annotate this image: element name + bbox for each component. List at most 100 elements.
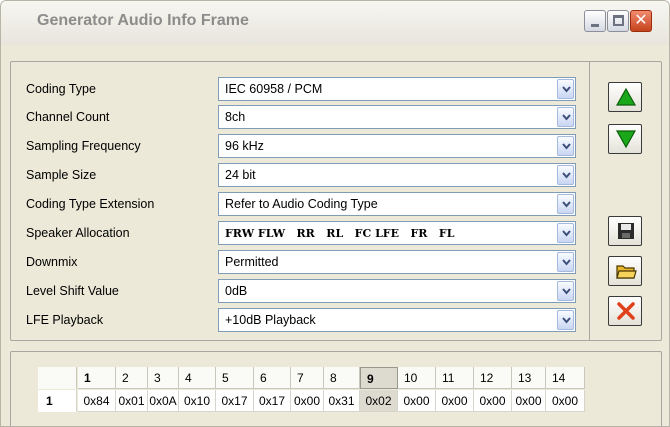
field-row: Coding Type Extension Refer to Audio Codi…	[11, 192, 587, 218]
byte-cell[interactable]: 0x00	[291, 390, 324, 412]
settings-panel: Coding Type IEC 60958 / PCM Channel Count 8…	[10, 61, 662, 341]
field-label: Sample Size	[26, 168, 97, 182]
field-row: Downmix Permitted	[11, 250, 587, 276]
field-select[interactable]: 8ch	[218, 105, 576, 129]
field-row: LFE Playback +10dB Playback	[11, 308, 587, 334]
byte-cell[interactable]: 0x00	[398, 390, 436, 412]
byte-cell[interactable]: 0x17	[254, 390, 291, 412]
chevron-down-icon	[562, 114, 571, 121]
field-select-value: 8ch	[225, 110, 246, 124]
dropdown-arrow-button[interactable]	[557, 79, 574, 99]
field-list: Coding Type IEC 60958 / PCM Channel Count 8…	[11, 62, 587, 340]
dropdown-arrow-button[interactable]	[557, 281, 574, 301]
column-header[interactable]: 4	[179, 367, 216, 389]
field-select[interactable]: Permitted	[218, 250, 576, 274]
byte-cell[interactable]: 0x31	[324, 390, 360, 412]
column-header[interactable]: 14	[546, 367, 585, 389]
field-label: Sampling Frequency	[26, 139, 141, 153]
field-label: LFE Playback	[26, 313, 104, 327]
byte-cell[interactable]: 0x84	[78, 390, 116, 412]
column-header[interactable]: 3	[148, 367, 179, 389]
field-label: Downmix	[26, 255, 78, 269]
field-select-value: Refer to Audio Coding Type	[225, 197, 378, 211]
field-row: Coding Type IEC 60958 / PCM	[11, 77, 587, 103]
column-header[interactable]: 1	[78, 367, 116, 389]
save-button[interactable]	[608, 216, 642, 246]
minimize-button[interactable]	[584, 10, 606, 32]
column-header[interactable]: 5	[216, 367, 254, 389]
field-select[interactable]: 96 kHz	[218, 134, 576, 158]
field-row: Speaker Allocation FRW FLW RR RL FC LFE F…	[11, 221, 587, 247]
window-title: Generator Audio Info Frame	[37, 12, 249, 29]
field-select-value: 0dB	[225, 284, 248, 298]
column-header[interactable]: 7	[291, 367, 324, 389]
column-header[interactable]: 2	[116, 367, 148, 389]
field-select[interactable]: FRW FLW RR RL FC LFE FR FL	[218, 221, 576, 245]
field-row: Channel Count 8ch	[11, 105, 587, 131]
open-folder-icon	[616, 265, 637, 279]
chevron-down-icon	[562, 201, 571, 208]
byte-cell[interactable]: 0x17	[216, 390, 254, 412]
maximize-button[interactable]	[607, 10, 629, 32]
byte-cell[interactable]: 0x0A	[148, 390, 179, 412]
field-select-value: 24 bit	[225, 168, 256, 182]
open-button[interactable]	[608, 256, 642, 286]
chevron-down-icon	[562, 172, 571, 179]
close-icon: ✕	[634, 12, 648, 29]
minimize-icon	[591, 24, 599, 27]
dropdown-arrow-button[interactable]	[557, 252, 574, 272]
dropdown-arrow-button[interactable]	[557, 165, 574, 185]
byte-table-panel: 1 2 3 4 5 6 7 8 9 10 11 12 13 14 1 0x84 0x01 0x0A 0x10 0x…	[10, 351, 662, 426]
title-bar: Generator Audio Info Frame ✕	[1, 1, 669, 45]
byte-cell[interactable]: 0x10	[179, 390, 216, 412]
move-down-button[interactable]	[608, 124, 642, 154]
dropdown-arrow-button[interactable]	[557, 310, 574, 330]
field-select[interactable]: IEC 60958 / PCM	[218, 77, 576, 101]
move-up-button[interactable]	[608, 82, 642, 112]
byte-cell[interactable]: 0x00	[436, 390, 474, 412]
chevron-down-icon	[562, 86, 571, 93]
arrow-up-icon	[615, 87, 637, 106]
arrow-down-icon	[615, 130, 637, 149]
byte-cell[interactable]: 0x02	[360, 390, 398, 412]
field-label: Coding Type	[26, 82, 96, 96]
column-header[interactable]: 8	[324, 367, 360, 389]
table-row: 0x84 0x01 0x0A 0x10 0x17 0x17 0x00 0x31 0x02 0x00…	[78, 390, 585, 412]
field-label: Channel Count	[26, 110, 110, 124]
byte-cell[interactable]: 0x00	[512, 390, 546, 412]
column-header[interactable]: 13	[512, 367, 546, 389]
dropdown-arrow-button[interactable]	[557, 107, 574, 127]
field-select[interactable]: 24 bit	[218, 163, 576, 187]
row-header: 1	[38, 390, 77, 412]
field-label: Level Shift Value	[26, 284, 119, 298]
delete-button[interactable]	[608, 296, 642, 326]
column-header[interactable]: 11	[436, 367, 474, 389]
close-button[interactable]: ✕	[630, 10, 652, 32]
field-label: Speaker Allocation	[26, 226, 130, 240]
column-header[interactable]: 6	[254, 367, 291, 389]
column-header[interactable]: 9	[360, 367, 398, 389]
column-header[interactable]: 12	[474, 367, 512, 389]
field-select-value: FRW FLW RR RL FC LFE FR FL	[225, 227, 455, 240]
dropdown-arrow-button[interactable]	[557, 194, 574, 214]
side-toolbar	[589, 62, 661, 340]
chevron-down-icon	[562, 230, 571, 237]
byte-cell[interactable]: 0x00	[546, 390, 585, 412]
save-icon	[618, 223, 634, 239]
chevron-down-icon	[562, 288, 571, 295]
dropdown-arrow-button[interactable]	[557, 136, 574, 156]
field-label: Coding Type Extension	[26, 197, 155, 211]
column-header[interactable]: 10	[398, 367, 436, 389]
byte-cell[interactable]: 0x00	[474, 390, 512, 412]
field-select[interactable]: +10dB Playback	[218, 308, 576, 332]
chevron-down-icon	[562, 317, 571, 324]
field-select-value: Permitted	[225, 255, 279, 269]
chevron-down-icon	[562, 143, 571, 150]
dropdown-arrow-button[interactable]	[557, 223, 574, 243]
byte-cell[interactable]: 0x01	[116, 390, 148, 412]
field-select[interactable]: 0dB	[218, 279, 576, 303]
field-select[interactable]: Refer to Audio Coding Type	[218, 192, 576, 216]
field-row: Level Shift Value 0dB	[11, 279, 587, 305]
field-row: Sampling Frequency 96 kHz	[11, 134, 587, 160]
table-corner	[38, 367, 77, 389]
